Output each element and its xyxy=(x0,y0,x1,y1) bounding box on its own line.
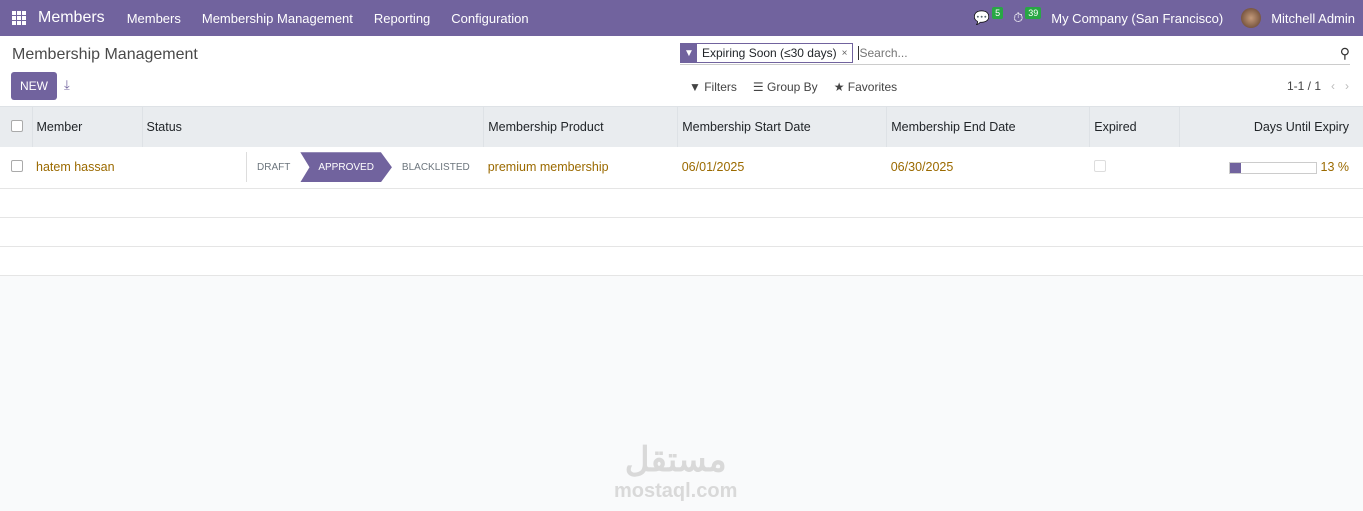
start-date: 06/01/2025 xyxy=(677,147,887,189)
remove-facet-icon[interactable]: × xyxy=(842,48,852,59)
activities-badge: 39 xyxy=(1025,7,1042,19)
search-input[interactable] xyxy=(857,46,1340,60)
stage-approved[interactable]: APPROVED xyxy=(300,152,392,183)
pager: 1-1 / 1 ‹ › xyxy=(1287,79,1349,93)
menu-members[interactable]: Members xyxy=(127,11,181,26)
group-by-label: Group By xyxy=(766,80,818,94)
empty-row xyxy=(0,246,1363,276)
membership-product[interactable]: premium membership xyxy=(483,147,678,189)
filter-facet: ▼ Expiring Soon (≤30 days) × xyxy=(680,43,853,63)
stage-blacklisted[interactable]: BLACKLISTED xyxy=(392,152,480,182)
control-panel: Membership Management NEW ⤓ ▼ Expiring S… xyxy=(0,36,1363,107)
watermark-latin: mostaql.com xyxy=(614,480,738,502)
filters-button[interactable]: ▼ Filters xyxy=(689,80,737,94)
pager-value[interactable]: 1-1 / 1 xyxy=(1287,79,1321,93)
col-days-until-expiry[interactable]: Days Until Expiry xyxy=(1179,107,1363,147)
facet-label: Expiring Soon (≤30 days) xyxy=(702,46,837,60)
user-menu[interactable]: Mitchell Admin xyxy=(1271,11,1355,26)
favorites-button[interactable]: ★ Favorites xyxy=(834,80,897,94)
stage-draft[interactable]: DRAFT xyxy=(247,152,300,182)
favorites-label: Favorites xyxy=(847,80,898,94)
search-icon[interactable]: ⚲ xyxy=(1340,45,1350,62)
company-switcher[interactable]: My Company (San Francisco) xyxy=(1051,11,1223,26)
messages-icon[interactable]: 💬 xyxy=(974,10,990,26)
col-expired[interactable]: Expired xyxy=(1089,107,1180,147)
member-name[interactable]: hatem hassan xyxy=(32,147,142,189)
page-title: Membership Management xyxy=(12,46,198,63)
top-navbar: Members Members Membership Management Re… xyxy=(0,0,1363,36)
status-bar: DRAFT APPROVED BLACKLISTED xyxy=(246,152,480,183)
col-status[interactable]: Status xyxy=(141,107,484,147)
filter-icon: ▼ xyxy=(681,44,697,62)
apps-menu-icon[interactable] xyxy=(12,11,26,25)
app-name[interactable]: Members xyxy=(38,9,105,27)
download-icon[interactable]: ⤓ xyxy=(64,77,70,93)
col-start-date[interactable]: Membership Start Date xyxy=(677,107,887,147)
empty-row xyxy=(0,188,1363,218)
watermark-arabic: مستقل xyxy=(624,441,727,479)
expiry-progress-label: 13 % xyxy=(1320,160,1350,175)
pager-next-icon[interactable]: › xyxy=(1345,79,1349,93)
list-view: Member Status Membership Product Members… xyxy=(0,107,1363,276)
pager-prev-icon[interactable]: ‹ xyxy=(1331,79,1335,93)
menu-configuration[interactable]: Configuration xyxy=(451,11,528,26)
col-end-date[interactable]: Membership End Date xyxy=(886,107,1090,147)
messages-badge: 5 xyxy=(992,7,1004,19)
new-button[interactable]: NEW xyxy=(11,72,57,100)
table-row[interactable]: hatem hassan DRAFT APPROVED BLACKLISTED … xyxy=(0,147,1363,189)
empty-row xyxy=(0,217,1363,247)
menu-membership-management[interactable]: Membership Management xyxy=(202,11,353,26)
watermark: مستقل mostaql.com xyxy=(614,440,737,503)
row-checkbox[interactable] xyxy=(11,159,23,172)
group-by-button[interactable]: ☰ Group By xyxy=(753,80,818,94)
search-bar: ▼ Expiring Soon (≤30 days) × ⚲ xyxy=(680,42,1350,65)
activities-icon[interactable]: ⏱ xyxy=(1013,10,1023,26)
end-date: 06/30/2025 xyxy=(886,147,1090,189)
col-product[interactable]: Membership Product xyxy=(483,107,678,147)
avatar[interactable] xyxy=(1241,8,1262,28)
expiry-progress-bar xyxy=(1228,161,1317,174)
expired-checkbox xyxy=(1093,159,1106,172)
menu-reporting[interactable]: Reporting xyxy=(374,11,430,26)
col-member[interactable]: Member xyxy=(31,107,142,147)
select-all-checkbox[interactable] xyxy=(11,119,23,132)
filters-label: Filters xyxy=(704,80,737,94)
